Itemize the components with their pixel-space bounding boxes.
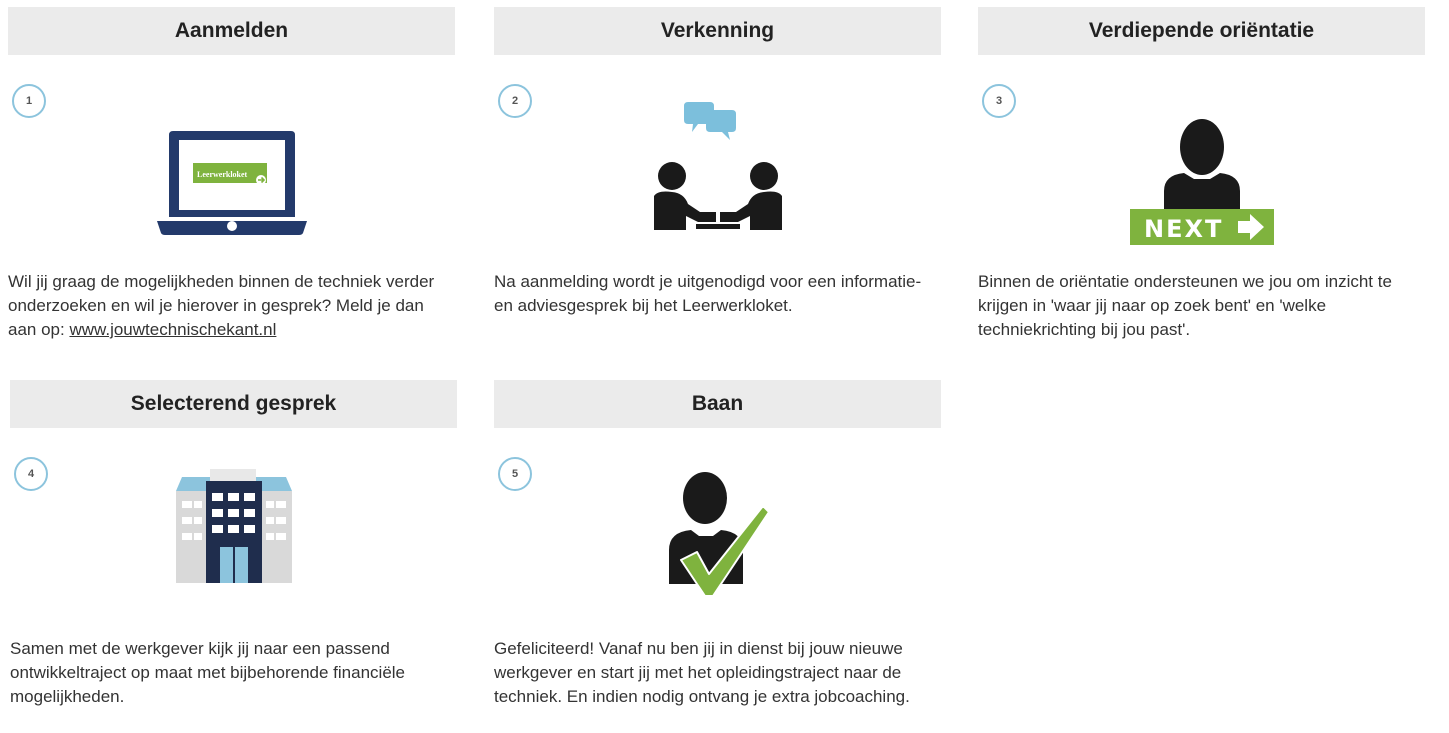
card-description: Samen met de werkgever kijk jij naar een… <box>10 639 406 706</box>
register-link[interactable]: www.jouwtechnischekant.nl <box>69 320 276 339</box>
card-description: Gefeliciteerd! Vanaf nu ben jij in diens… <box>494 639 910 706</box>
card-description: Na aanmelding wordt je uitgenodigd voor … <box>494 272 922 315</box>
card-verdiepende-orientatie: Verdiepende oriëntatie 3 NEXT Binnen de … <box>978 7 1425 347</box>
office-building-icon <box>10 467 457 583</box>
card-baan: Baan 5 Gefeliciteerd! Vanaf nu ben jij i… <box>494 380 941 725</box>
step-number: 1 <box>12 84 46 118</box>
person-check-icon <box>494 472 941 600</box>
card-selecterend-gesprek: Selecterend gesprek 4 Samen met de werkg… <box>10 380 457 706</box>
card-title: Baan <box>494 380 941 428</box>
laptop-icon: Leerwerkloket <box>8 129 455 237</box>
screen-label: Leerwerkloket <box>197 170 248 179</box>
card-verkenning: Verkenning 2 Na aanmelding wordt je uitg… <box>494 7 941 347</box>
next-badge: NEXT <box>1144 215 1223 243</box>
card-title: Selecterend gesprek <box>10 380 457 428</box>
card-title: Verkenning <box>494 7 941 55</box>
card-aanmelden: Aanmelden 1 Leerwerkloket Wil jij graag … <box>8 7 455 347</box>
step-number: 3 <box>982 84 1016 118</box>
card-description: Wil jij graag de mogelijkheden binnen de… <box>8 270 455 342</box>
card-title: Aanmelden <box>8 7 455 55</box>
card-description: Binnen de oriëntatie ondersteunen we jou… <box>978 272 1392 339</box>
person-next-icon: NEXT <box>978 117 1425 247</box>
card-title: Verdiepende oriëntatie <box>978 7 1425 55</box>
conversation-icon <box>494 100 941 230</box>
